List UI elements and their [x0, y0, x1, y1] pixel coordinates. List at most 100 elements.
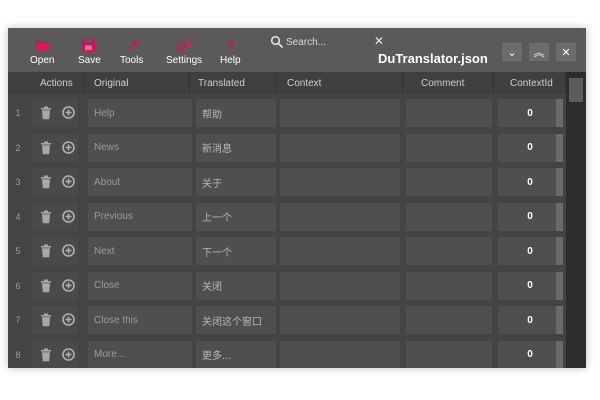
column-header-comment[interactable]: Comment	[403, 72, 494, 94]
vertical-scrollbar[interactable]	[566, 72, 586, 368]
original-cell[interactable]: More...	[88, 340, 192, 368]
row-number: 1	[15, 108, 21, 118]
trash-icon[interactable]	[40, 348, 52, 362]
translated-cell[interactable]: 关闭这个窗口	[196, 306, 276, 334]
settings-button[interactable]: Settings	[166, 36, 202, 72]
original-cell[interactable]: Next	[88, 237, 192, 265]
contextid-cell[interactable]: 0	[498, 99, 562, 127]
row-number: 6	[15, 280, 21, 291]
cell-scroll-handle[interactable]	[556, 271, 563, 300]
close-icon[interactable]: ✕	[374, 34, 384, 48]
cell-scroll-handle[interactable]	[556, 168, 563, 196]
row-actions	[32, 133, 78, 162]
comment-cell[interactable]	[406, 133, 492, 162]
cell-scroll-handle[interactable]	[556, 99, 563, 127]
save-button[interactable]: Save	[78, 36, 101, 72]
context-cell[interactable]	[280, 168, 400, 196]
translated-cell[interactable]: 新消息	[196, 133, 276, 162]
plus-circle-icon[interactable]	[62, 347, 75, 361]
row-number: 3	[15, 177, 21, 187]
table-row: 8 More... 更多... 0	[8, 338, 586, 368]
window-title: DuTranslator.json	[378, 51, 488, 66]
translated-cell[interactable]: 上一个	[196, 202, 276, 231]
context-cell[interactable]	[280, 271, 400, 300]
context-cell[interactable]	[280, 99, 400, 127]
search-input[interactable]	[286, 34, 370, 50]
original-cell[interactable]: Close this	[88, 306, 192, 334]
trash-icon[interactable]	[40, 210, 52, 224]
column-header-translated[interactable]: Translated	[190, 72, 277, 94]
context-cell[interactable]	[280, 340, 400, 368]
gears-icon	[175, 36, 193, 52]
plus-circle-icon[interactable]	[62, 140, 75, 154]
trash-icon[interactable]	[40, 141, 52, 155]
cell-scroll-handle[interactable]	[556, 133, 563, 162]
scrollbar-thumb[interactable]	[569, 78, 583, 102]
contextid-cell[interactable]: 0	[498, 168, 562, 196]
cell-scroll-handle[interactable]	[556, 237, 563, 265]
chevron-down-icon: ⌄	[507, 45, 517, 59]
row-actions	[32, 168, 78, 196]
original-cell[interactable]: News	[88, 133, 192, 162]
context-cell[interactable]	[280, 237, 400, 265]
comment-cell[interactable]	[406, 168, 492, 196]
translated-cell[interactable]: 更多...	[196, 340, 276, 368]
table-row: 3 About 关于 0	[8, 165, 586, 199]
plus-circle-icon[interactable]	[62, 175, 75, 188]
plus-circle-icon[interactable]	[62, 209, 75, 223]
translated-cell[interactable]: 帮助	[196, 99, 276, 127]
translated-cell[interactable]: 关闭	[196, 271, 276, 300]
minimize-button[interactable]: ⌄	[502, 43, 522, 61]
contextid-cell[interactable]: 0	[498, 237, 562, 265]
column-header-contextid[interactable]: ContextId	[494, 72, 566, 94]
trash-icon[interactable]	[40, 244, 52, 258]
comment-cell[interactable]	[406, 202, 492, 231]
original-cell[interactable]: Help	[88, 99, 192, 127]
original-cell[interactable]: About	[88, 168, 192, 196]
trash-icon[interactable]	[40, 279, 52, 293]
comment-cell[interactable]	[406, 340, 492, 368]
row-number: 2	[15, 142, 21, 153]
original-cell[interactable]: Previous	[88, 202, 192, 231]
help-button[interactable]: ? Help	[220, 36, 241, 72]
open-button[interactable]: Open	[30, 36, 54, 72]
context-cell[interactable]	[280, 306, 400, 334]
toolbar: Open Save Tools Settings ? Help Search..…	[8, 28, 586, 72]
row-actions	[32, 202, 78, 231]
close-window-button[interactable]: ✕	[556, 43, 576, 61]
translated-cell[interactable]: 关于	[196, 168, 276, 196]
cell-scroll-handle[interactable]	[556, 306, 563, 334]
comment-cell[interactable]	[406, 99, 492, 127]
translated-cell[interactable]: 下一个	[196, 237, 276, 265]
chevron-double-up-icon: ︽	[533, 46, 545, 59]
tools-button[interactable]: Tools	[120, 36, 143, 72]
trash-icon[interactable]	[40, 106, 52, 120]
contextid-cell[interactable]: 0	[498, 271, 562, 300]
row-number: 5	[15, 246, 21, 256]
column-header-context[interactable]: Context	[277, 72, 403, 94]
trash-icon[interactable]	[40, 313, 52, 327]
plus-circle-icon[interactable]	[62, 278, 75, 292]
close-icon: ✕	[561, 45, 571, 59]
comment-cell[interactable]	[406, 306, 492, 334]
contextid-cell[interactable]: 0	[498, 340, 562, 368]
column-header-actions[interactable]: Actions	[32, 72, 84, 94]
contextid-cell[interactable]: 0	[498, 133, 562, 162]
context-cell[interactable]	[280, 202, 400, 231]
trash-icon[interactable]	[40, 175, 52, 189]
maximize-button[interactable]: ︽	[529, 43, 549, 61]
column-header-original[interactable]: Original	[84, 72, 190, 94]
original-cell[interactable]: Close	[88, 271, 192, 300]
plus-circle-icon[interactable]	[62, 244, 75, 257]
cell-scroll-handle[interactable]	[556, 340, 563, 368]
cell-scroll-handle[interactable]	[556, 202, 563, 231]
comment-cell[interactable]	[406, 237, 492, 265]
context-cell[interactable]	[280, 133, 400, 162]
comment-cell[interactable]	[406, 271, 492, 300]
folder-open-icon	[34, 36, 50, 52]
search-icon	[270, 35, 284, 49]
plus-circle-icon[interactable]	[62, 313, 75, 326]
plus-circle-icon[interactable]	[62, 106, 75, 119]
contextid-cell[interactable]: 0	[498, 306, 562, 334]
contextid-cell[interactable]: 0	[498, 202, 562, 231]
